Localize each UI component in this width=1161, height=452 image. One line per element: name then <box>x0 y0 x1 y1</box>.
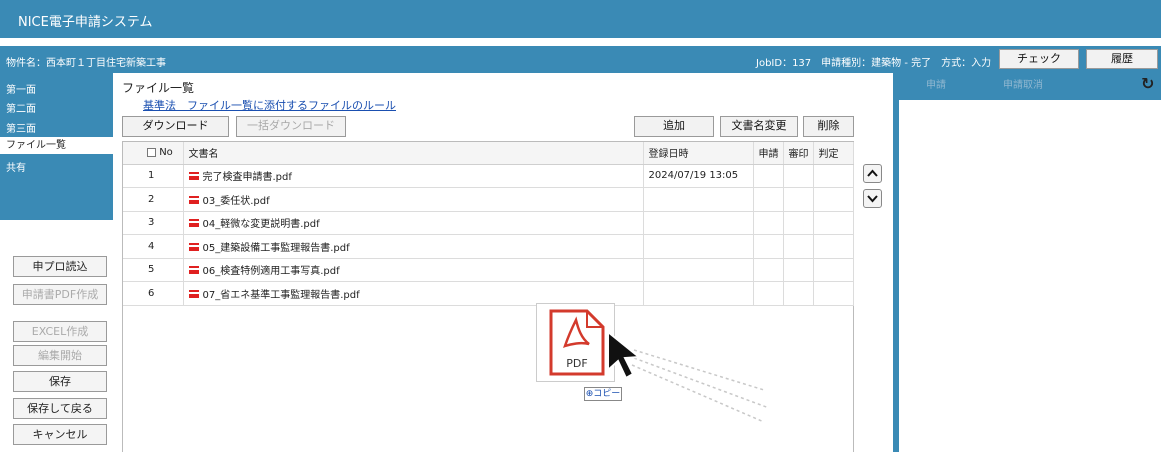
sidebar-item-share[interactable]: 共有 <box>6 159 26 174</box>
row-date <box>643 281 754 306</box>
file-rule-link[interactable]: 基準法 ファイル一覧に添付するファイルのルール <box>143 97 396 113</box>
row-name-label: 04_軽微な変更説明書.pdf <box>202 219 320 231</box>
app-title: NICE電子申請システム <box>18 15 153 30</box>
copy-tag: ⊕コピー <box>584 387 622 401</box>
chevron-down-icon <box>867 195 878 203</box>
read-application-button[interactable]: 申プロ読込 <box>13 256 107 277</box>
excel-create-button[interactable]: EXCEL作成 <box>13 321 107 342</box>
download-button[interactable]: ダウンロード <box>122 116 229 137</box>
pdf-icon <box>188 244 199 251</box>
row-name-label: 06_検査特例適用工事写真.pdf <box>202 266 340 278</box>
pdf-icon <box>188 174 199 181</box>
apply-button[interactable]: 申請 <box>901 77 971 95</box>
chevron-up-icon <box>867 169 878 177</box>
pdf-icon <box>188 197 199 204</box>
row-name[interactable]: 07_省エネ基準工事監理報告書.pdf <box>183 281 644 306</box>
sidebar-item-page3[interactable]: 第三面 <box>6 120 36 135</box>
row-date <box>643 211 754 235</box>
row-name[interactable]: 完了検査申請書.pdf <box>183 164 644 188</box>
header-apply: 申請 <box>753 142 784 165</box>
header-name: 文書名 <box>183 142 644 165</box>
table-row[interactable]: 1 完了検査申請書.pdf 2024/07/19 13:05 <box>123 164 854 188</box>
refresh-icon[interactable]: ↻ <box>1141 74 1154 93</box>
row-date: 2024/07/19 13:05 <box>643 164 754 188</box>
move-up-button[interactable] <box>863 164 882 183</box>
row-no: 6 <box>143 281 184 306</box>
row-date <box>643 234 754 259</box>
table-row[interactable]: 5 06_検査特例適用工事写真.pdf <box>123 258 854 282</box>
table-row[interactable]: 4 05_建築設備工事監理報告書.pdf <box>123 234 854 259</box>
property-name: 物件名：西本町１丁目住宅新築工事 <box>6 58 166 69</box>
cancel-button[interactable]: キャンセル <box>13 424 107 445</box>
row-name-label: 05_建築設備工事監理報告書.pdf <box>202 242 350 254</box>
row-no: 2 <box>143 187 184 212</box>
save-button[interactable]: 保存 <box>13 371 107 392</box>
row-name-label: 07_省エネ基準工事監理報告書.pdf <box>202 289 360 301</box>
header-no: No <box>143 142 184 165</box>
header-judge: 判定 <box>813 142 854 165</box>
app-titlebar: NICE電子申請システム <box>0 0 1161 38</box>
right-panel-body <box>899 100 1161 452</box>
row-name[interactable]: 05_建築設備工事監理報告書.pdf <box>183 234 644 259</box>
sidebar-item-page2[interactable]: 第二面 <box>6 100 36 115</box>
rename-button[interactable]: 文書名変更 <box>720 116 798 137</box>
sidebar-item-file-list[interactable]: ファイル一覧 <box>0 137 113 154</box>
pdf-label: PDF <box>566 357 587 370</box>
job-info: JobID：137 申請種別：建築物 - 完了 方式：入力 <box>756 58 992 69</box>
bulk-download-button[interactable]: 一括ダウンロード <box>236 116 346 137</box>
sidebar: 第一面 第二面 第三面 ファイル一覧 共有 <box>0 73 113 220</box>
pdf-icon <box>188 221 199 228</box>
row-name[interactable]: 06_検査特例適用工事写真.pdf <box>183 258 644 282</box>
header-seal: 審印 <box>783 142 814 165</box>
row-name-label: 完了検査申請書.pdf <box>202 172 292 184</box>
move-down-button[interactable] <box>863 189 882 208</box>
pdf-icon <box>188 291 199 298</box>
add-button[interactable]: 追加 <box>634 116 714 137</box>
cursor-arrow-icon <box>607 330 770 423</box>
delete-button[interactable]: 削除 <box>803 116 854 137</box>
sidebar-item-page1[interactable]: 第一面 <box>6 81 36 96</box>
right-panel: 申請 申請取消 ↻ <box>893 73 1161 452</box>
select-all-checkbox[interactable] <box>147 147 156 157</box>
row-no: 3 <box>143 211 184 235</box>
start-edit-button[interactable]: 編集開始 <box>13 345 107 366</box>
check-button[interactable]: チェック <box>999 49 1079 69</box>
row-date <box>643 258 754 282</box>
create-pdf-button[interactable]: 申請書PDF作成 <box>13 284 107 305</box>
row-no: 4 <box>143 234 184 259</box>
header-spacer <box>123 142 143 165</box>
table-row[interactable]: 2 03_委任状.pdf <box>123 187 854 212</box>
row-name[interactable]: 03_委任状.pdf <box>183 187 644 212</box>
row-name-label: 03_委任状.pdf <box>202 195 270 207</box>
pdf-icon <box>188 268 199 275</box>
table-row[interactable]: 3 04_軽微な変更説明書.pdf <box>123 211 854 235</box>
row-no: 1 <box>143 164 184 188</box>
row-date <box>643 187 754 212</box>
history-button[interactable]: 履歴 <box>1086 49 1158 69</box>
header-date: 登録日時 <box>643 142 754 165</box>
row-no: 5 <box>143 258 184 282</box>
panel-heading: ファイル一覧 <box>122 81 195 95</box>
table-row[interactable]: 6 07_省エネ基準工事監理報告書.pdf <box>123 281 854 306</box>
row-name[interactable]: 04_軽微な変更説明書.pdf <box>183 211 644 235</box>
table-header: No 文書名 登録日時 申請 審印 判定 <box>123 142 854 165</box>
save-and-return-button[interactable]: 保存して戻る <box>13 398 107 419</box>
header-no-label: No <box>159 147 173 159</box>
info-bar: 物件名：西本町１丁目住宅新築工事 JobID：137 申請種別：建築物 - 完了… <box>0 46 1161 73</box>
cancel-apply-button[interactable]: 申請取消 <box>983 77 1063 95</box>
